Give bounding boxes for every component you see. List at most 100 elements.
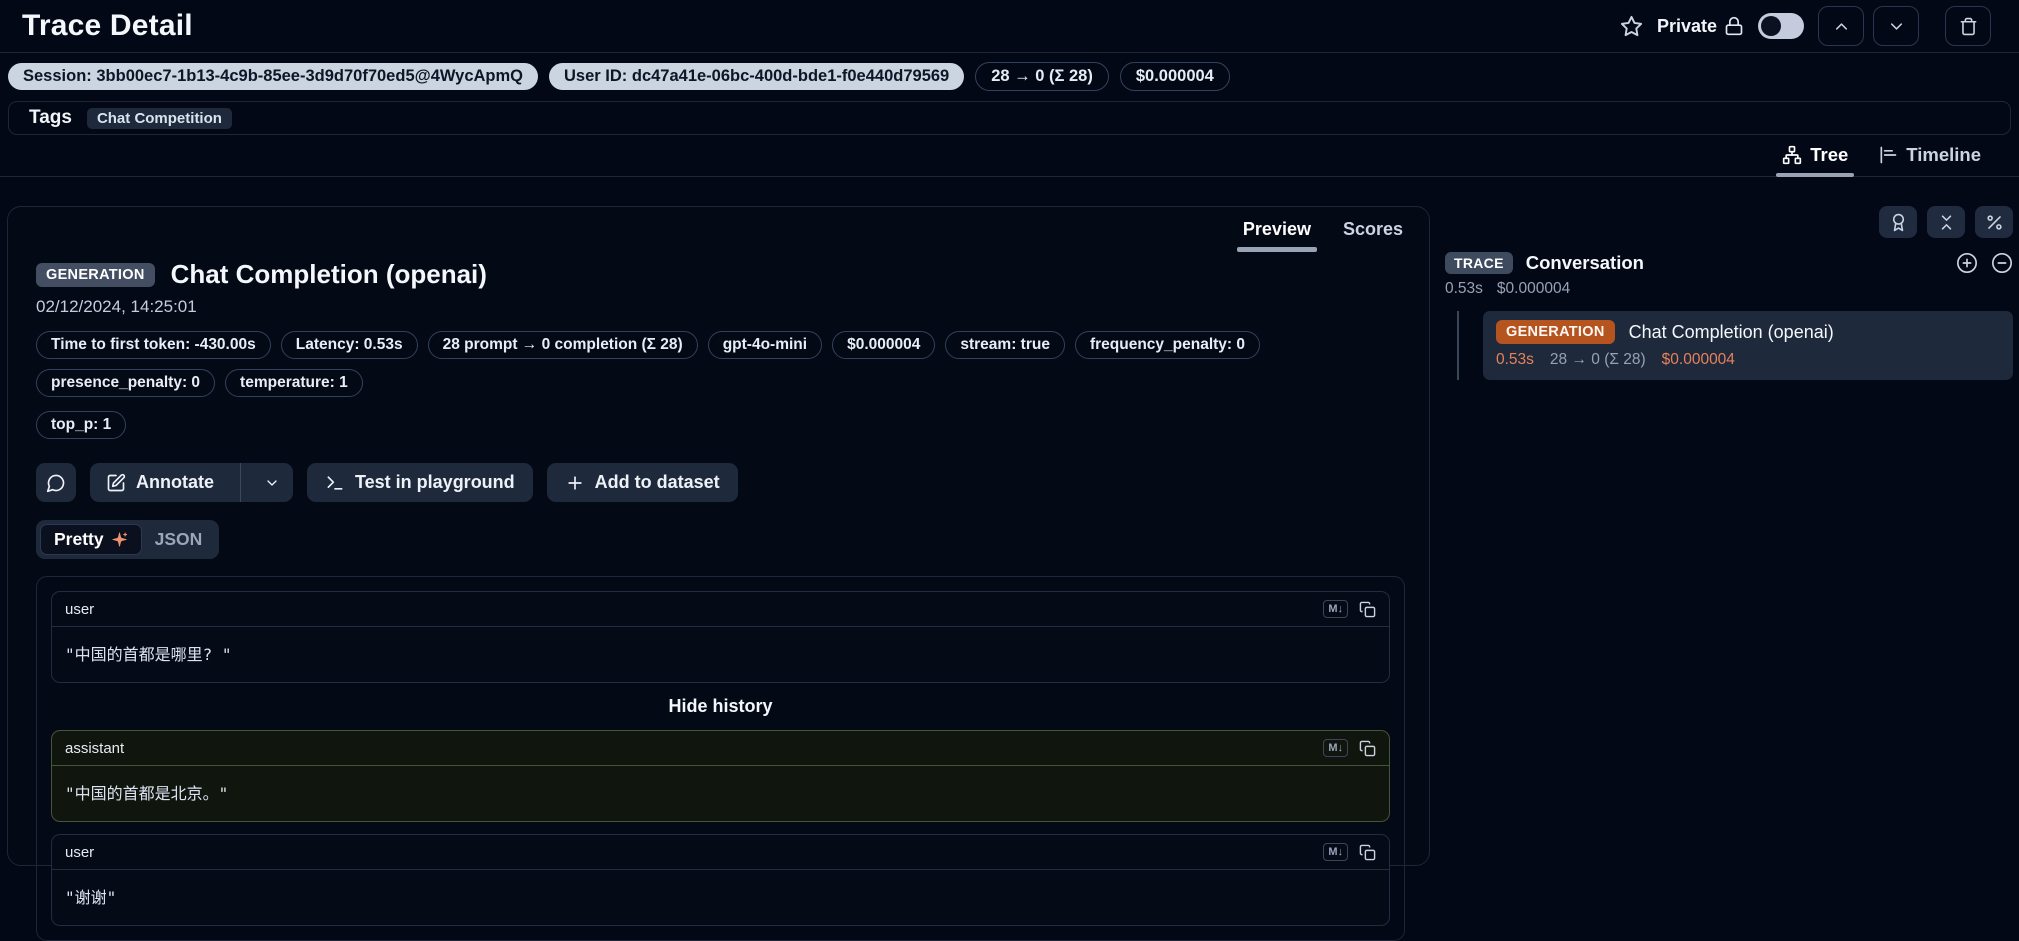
public-toggle[interactable] [1758, 13, 1804, 39]
messages-container: user M↓ "中国的首都是哪里? " Hide history assist… [36, 576, 1405, 941]
add-to-dataset-button[interactable]: Add to dataset [547, 463, 738, 502]
message-content: "谢谢" [52, 870, 1389, 925]
annotate-label: Annotate [136, 472, 214, 493]
message-content: "中国的首都是北京。" [52, 766, 1389, 821]
tab-scores[interactable]: Scores [1329, 213, 1417, 252]
message-assistant: assistant M↓ "中国的首都是北京。" [51, 730, 1390, 822]
trace-meta-row: Session: 3bb00ec7-1b13-4c9b-85ee-3d9d70f… [0, 53, 2019, 99]
metric-top-p: top_p: 1 [36, 411, 126, 439]
pretty-label: Pretty [54, 529, 104, 550]
node-latency: 0.53s [1496, 351, 1534, 369]
metric-pills-row-1: Time to first token: -430.00s Latency: 0… [36, 331, 1405, 397]
annotate-split-button: Annotate [90, 463, 293, 502]
metrics-toggle-button[interactable] [1975, 206, 2013, 238]
tab-preview[interactable]: Preview [1229, 213, 1325, 252]
expand-all-icon[interactable] [1956, 252, 1978, 274]
node-cost: $0.000004 [1662, 351, 1735, 369]
timeline-icon [1878, 145, 1898, 165]
tree-node-generation[interactable]: GENERATION Chat Completion (openai) 0.53… [1483, 311, 2013, 380]
metric-presence-penalty: presence_penalty: 0 [36, 369, 215, 397]
metric-cost: $0.000004 [832, 331, 935, 359]
node-type-badge: GENERATION [1496, 320, 1615, 344]
playground-label: Test in playground [355, 472, 515, 493]
percent-icon [1985, 213, 2004, 232]
tag-chat-competition[interactable]: Chat Competition [87, 108, 232, 129]
trace-cost: $0.000004 [1497, 280, 1570, 298]
markdown-toggle-icon[interactable]: M↓ [1323, 600, 1348, 618]
message-content: "中国的首都是哪里? " [52, 627, 1389, 682]
format-pretty[interactable]: Pretty [40, 524, 142, 555]
add-to-dataset-label: Add to dataset [595, 472, 720, 493]
trace-root-row[interactable]: TRACE Conversation [1445, 252, 2013, 274]
actions-row: Annotate Test in playground [36, 463, 1405, 502]
tags-label: Tags [29, 107, 72, 129]
comment-button[interactable] [36, 463, 76, 502]
collapse-all-button[interactable] [1927, 206, 1965, 238]
pen-icon [106, 473, 126, 493]
trace-type-badge: TRACE [1445, 252, 1513, 274]
tab-timeline[interactable]: Timeline [1866, 140, 1993, 176]
trace-tree-panel: TRACE Conversation 0.53s $0.000004 GENER… [1445, 206, 2013, 380]
cost-badge: $0.000004 [1120, 62, 1230, 91]
metric-ttft: Time to first token: -430.00s [36, 331, 271, 359]
metric-tokens: 28 prompt → 0 completion (Σ 28) [428, 331, 698, 359]
next-trace-button[interactable] [1873, 6, 1919, 46]
observation-type-badge: GENERATION [36, 263, 155, 287]
terminal-icon [325, 473, 345, 493]
copy-icon[interactable] [1359, 740, 1376, 757]
collapse-tree-icon[interactable] [1991, 252, 2013, 274]
node-tokens: 28 → 0 (Σ 28) [1550, 351, 1646, 369]
tab-tree[interactable]: Tree [1770, 140, 1860, 176]
playground-button[interactable]: Test in playground [307, 463, 533, 502]
view-tabs: Tree Timeline [0, 135, 2019, 177]
session-badge[interactable]: Session: 3bb00ec7-1b13-4c9b-85ee-3d9d70f… [8, 63, 538, 90]
chevron-down-icon [264, 475, 280, 491]
trace-latency: 0.53s [1445, 280, 1483, 298]
message-role: user [65, 844, 94, 861]
metric-pills-row-2: top_p: 1 [36, 411, 1405, 439]
user-id-badge[interactable]: User ID: dc47a41e-06bc-400d-bde1-f0e440d… [549, 63, 964, 90]
format-toggle: Pretty JSON [36, 520, 219, 559]
preview-scores-tabs: Preview Scores [1229, 213, 1417, 252]
star-icon[interactable] [1620, 15, 1643, 38]
sparkles-icon [111, 531, 128, 548]
metric-stream: stream: true [945, 331, 1065, 359]
metric-frequency-penalty: frequency_penalty: 0 [1075, 331, 1260, 359]
tab-timeline-label: Timeline [1906, 144, 1981, 166]
copy-icon[interactable] [1359, 844, 1376, 861]
top-bar: Trace Detail Private [0, 0, 2019, 53]
plus-icon [565, 473, 585, 493]
annotate-dropdown-button[interactable] [251, 463, 293, 502]
node-title: Chat Completion (openai) [1629, 322, 1834, 343]
delete-trace-button[interactable] [1945, 6, 1991, 46]
copy-icon[interactable] [1359, 601, 1376, 618]
page-title: Trace Detail [22, 9, 193, 43]
message-role: user [65, 601, 94, 618]
tree-connector-line [1457, 311, 1459, 380]
tab-tree-label: Tree [1810, 144, 1848, 166]
markdown-toggle-icon[interactable]: M↓ [1323, 843, 1348, 861]
format-json[interactable]: JSON [142, 525, 216, 554]
metric-model[interactable]: gpt-4o-mini [708, 331, 822, 359]
observation-timestamp: 02/12/2024, 14:25:01 [36, 297, 1405, 317]
metric-latency: Latency: 0.53s [281, 331, 418, 359]
trace-title: Conversation [1526, 252, 1644, 274]
annotate-button[interactable]: Annotate [90, 463, 230, 502]
chat-bubble-icon [46, 473, 66, 493]
tags-box: Tags Chat Competition [8, 101, 2011, 135]
observation-title: Chat Completion (openai) [171, 259, 487, 290]
chevrons-collapse-icon [1937, 213, 1956, 232]
message-role: assistant [65, 740, 124, 757]
token-usage-badge: 28 → 0 (Σ 28) [975, 62, 1109, 91]
observation-card: Preview Scores GENERATION Chat Completio… [7, 206, 1430, 866]
metric-temperature: temperature: 1 [225, 369, 363, 397]
scores-toggle-button[interactable] [1879, 206, 1917, 238]
privacy-label: Private [1657, 16, 1717, 37]
markdown-toggle-icon[interactable]: M↓ [1323, 739, 1348, 757]
lock-icon [1724, 16, 1744, 36]
hide-history-button[interactable]: Hide history [51, 696, 1390, 717]
award-icon [1889, 213, 1908, 232]
prev-trace-button[interactable] [1818, 6, 1864, 46]
message-user-2: user M↓ "谢谢" [51, 834, 1390, 926]
trace-metrics: 0.53s $0.000004 [1445, 280, 2013, 298]
